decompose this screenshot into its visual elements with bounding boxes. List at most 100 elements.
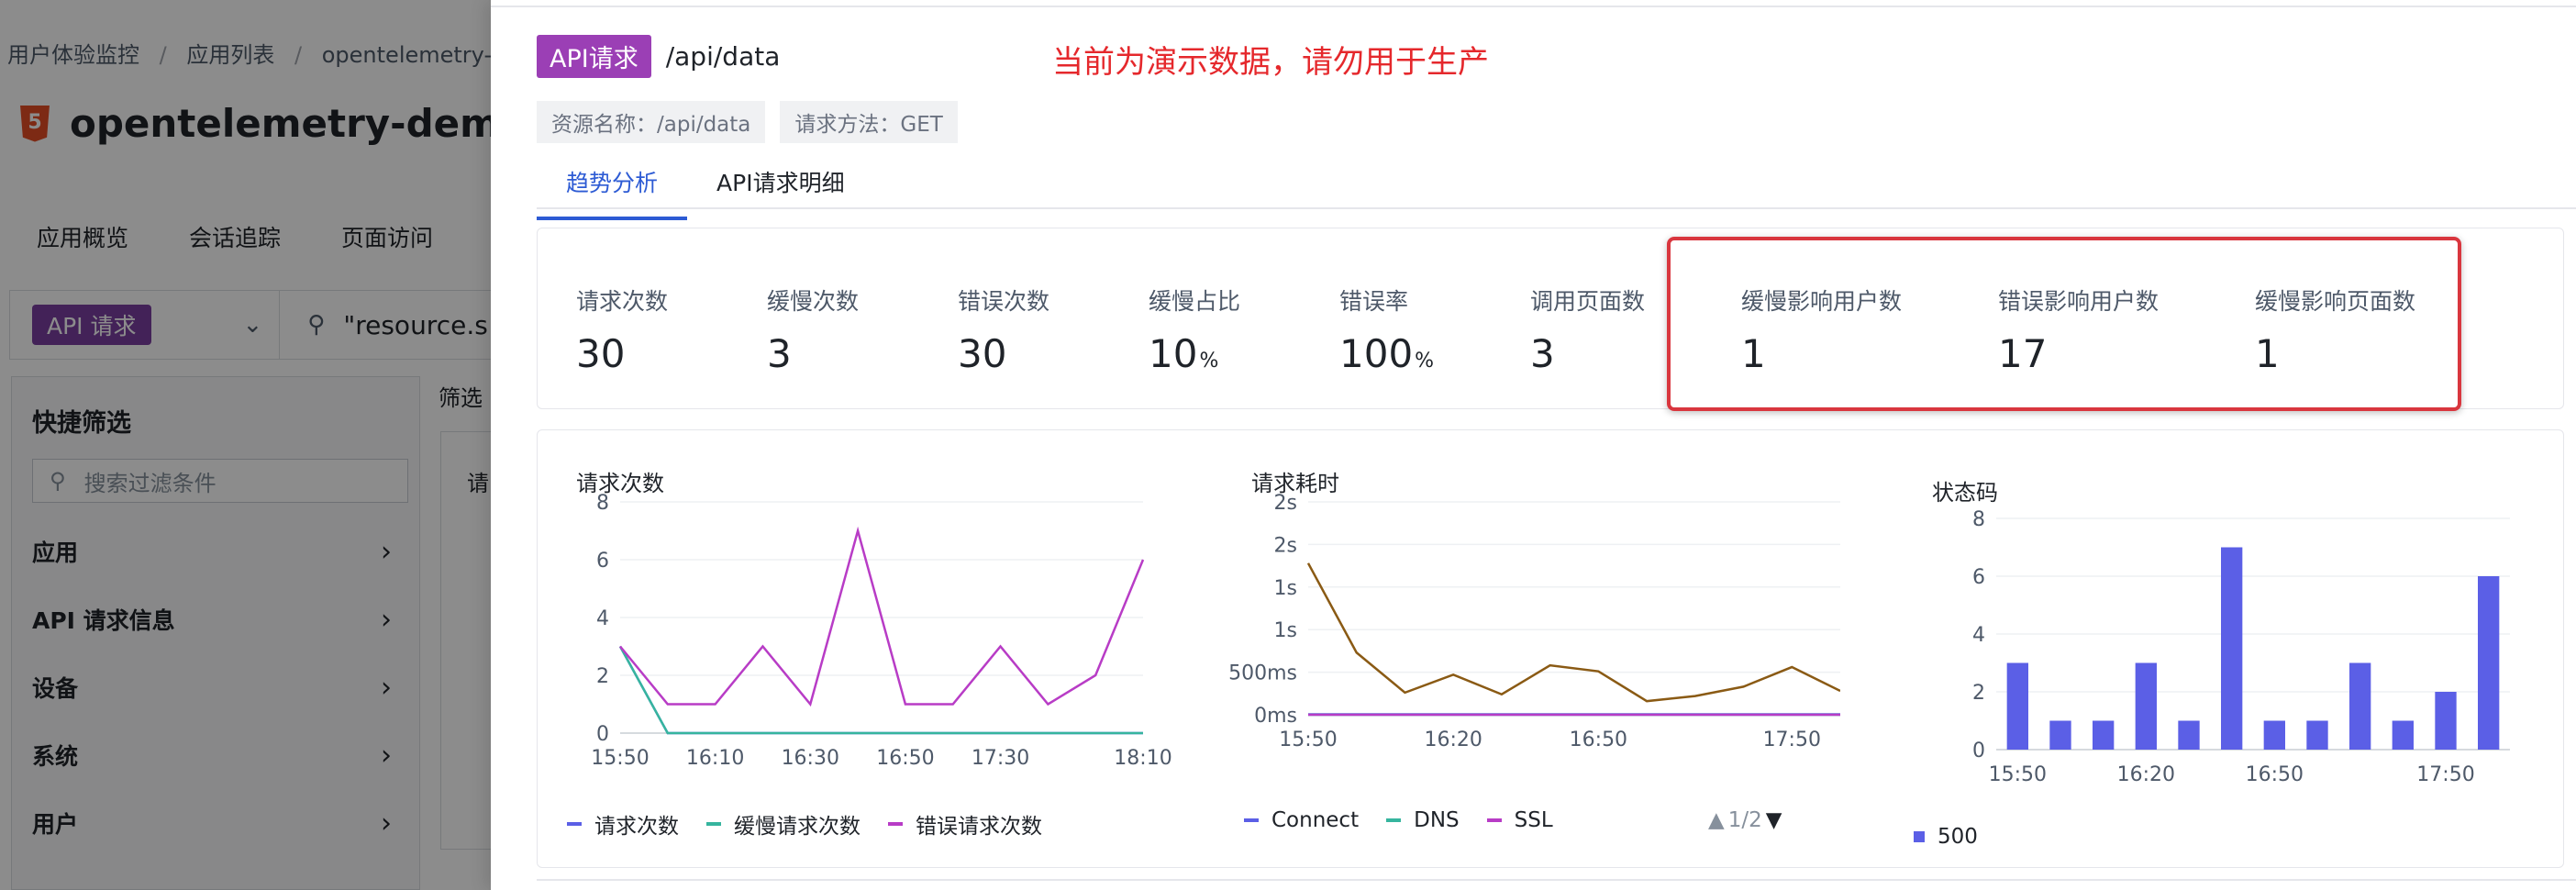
bar <box>2349 662 2371 750</box>
stat-value: 100% <box>1339 331 1435 376</box>
bar <box>2093 720 2115 750</box>
drawer-header: API请求 /api/data <box>537 35 780 78</box>
stat-value: 30 <box>576 331 626 376</box>
x-tick-label: 16:50 <box>1570 729 1627 751</box>
y-tick-label: 0 <box>596 723 609 746</box>
bar <box>2135 662 2157 750</box>
stat-value: 3 <box>767 331 792 376</box>
legend-label: Connect <box>1271 808 1360 832</box>
x-tick-label: 15:50 <box>591 747 649 770</box>
legend-item[interactable]: 缓慢请求次数 <box>706 808 861 840</box>
legend-item[interactable]: Connect <box>1244 808 1359 832</box>
legend-swatch <box>1486 818 1502 822</box>
stat-request-count: 请求次数 30 <box>576 284 668 376</box>
chart-legend: 请求次数 缓慢请求次数 错误请求次数 <box>567 808 1042 840</box>
stat-value: 30 <box>958 331 1007 376</box>
tab-api-request-details[interactable]: API请求明细 <box>687 158 874 220</box>
legend-pager: ▲ 1/2 ▼ <box>1708 808 1782 832</box>
drawer-bottom-border <box>537 879 2576 881</box>
x-tick-label: 16:10 <box>686 747 744 770</box>
stat-label: 错误次数 <box>958 288 1050 315</box>
tabs-divider <box>537 207 2576 209</box>
chevron-right-icon[interactable]: › <box>2561 284 2563 320</box>
drawer-top-border <box>491 0 2576 7</box>
api-path: /api/data <box>665 41 781 72</box>
legend-swatch <box>1244 818 1259 822</box>
bar <box>2478 576 2500 750</box>
request-method-badge: 请求方法：GET <box>780 101 958 143</box>
stat-value: 3 <box>1530 331 1555 376</box>
y-tick-label: 6 <box>1972 566 1985 589</box>
legend-item[interactable]: SSL <box>1486 808 1553 832</box>
stat-label: 调用页面数 <box>1530 288 1646 315</box>
legend-swatch <box>1914 831 1925 842</box>
x-tick-label: 15:50 <box>1989 763 2047 786</box>
legend-item[interactable]: 请求次数 <box>567 808 679 840</box>
legend-label: 缓慢请求次数 <box>734 815 861 839</box>
chart-legend: 500 <box>1914 825 1978 849</box>
x-tick-label: 15:50 <box>1279 729 1337 751</box>
x-tick-label: 16:50 <box>876 747 934 770</box>
x-tick-label: 16:30 <box>782 747 839 770</box>
stat-label: 错误率 <box>1339 288 1409 315</box>
bar <box>2221 547 2243 750</box>
x-tick-label: 17:50 <box>1763 729 1821 751</box>
drawer-tabs: 趋势分析 API请求明细 <box>537 158 874 220</box>
resource-meta: 资源名称：/api/data 请求方法：GET <box>537 101 958 143</box>
legend-swatch <box>1386 818 1402 822</box>
stat-value: 10% <box>1149 331 1219 376</box>
y-tick-label: 0 <box>1972 740 1985 762</box>
bar <box>2435 692 2457 750</box>
legend-item[interactable]: DNS <box>1386 808 1460 832</box>
x-tick-label: 16:50 <box>2246 763 2304 786</box>
status-code-chart: 0 2 4 6 8 15:50 16:20 16:50 17:50 <box>1972 508 2510 786</box>
y-tick-label: 2 <box>1972 682 1985 705</box>
bar <box>2006 662 2028 750</box>
y-tick-label: 500ms <box>1228 662 1297 685</box>
y-tick-label: 4 <box>596 607 609 630</box>
legend-item[interactable]: 错误请求次数 <box>888 808 1042 840</box>
pager-next-icon[interactable]: ▼ <box>1766 808 1782 832</box>
x-tick-label: 16:20 <box>1424 729 1482 751</box>
bar <box>2178 720 2200 750</box>
pager-text: 1/2 <box>1727 808 1762 832</box>
api-detail-drawer: API请求 /api/data 当前为演示数据，请勿用于生产 资源名称：/api… <box>491 0 2576 890</box>
y-tick-label: 1s <box>1274 577 1297 600</box>
y-tick-label: 2s <box>1274 492 1297 515</box>
y-tick-label: 8 <box>1972 508 1985 531</box>
resource-name-badge: 资源名称：/api/data <box>537 101 766 143</box>
x-tick-label: 18:10 <box>1114 747 1171 770</box>
legend-label: 错误请求次数 <box>916 815 1042 839</box>
series-line-0 <box>618 645 1143 735</box>
modal-overlay[interactable] <box>0 0 491 890</box>
legend-item[interactable]: 500 <box>1914 825 1978 849</box>
stat-label: 缓慢占比 <box>1149 288 1241 315</box>
request-duration-chart: 0ms 500ms 1s 1s 2s 2s 15:50 16:20 16:50 17:50 <box>1228 492 1840 751</box>
legend-label: SSL <box>1514 808 1553 832</box>
bar <box>2263 720 2285 750</box>
legend-label: DNS <box>1414 808 1460 832</box>
y-tick-label: 2 <box>596 665 609 688</box>
api-type-tag: API请求 <box>537 35 651 78</box>
x-tick-label: 17:50 <box>2416 763 2474 786</box>
series-line-1 <box>618 645 1143 735</box>
bar <box>2392 720 2414 750</box>
tab-trend-analysis[interactable]: 趋势分析 <box>537 158 688 220</box>
stat-calling-pages: 调用页面数 3 <box>1530 284 1645 376</box>
legend-swatch <box>567 822 582 826</box>
stat-label: 缓慢次数 <box>767 288 860 315</box>
highlight-annotation <box>1667 237 2461 411</box>
pager-prev-icon[interactable]: ▲ <box>1708 808 1725 832</box>
y-tick-label: 0ms <box>1254 705 1297 728</box>
bar <box>2049 720 2071 750</box>
stat-slow-ratio: 缓慢占比 10% <box>1149 284 1240 376</box>
y-tick-label: 8 <box>596 492 609 515</box>
request-count-chart: 0 2 4 6 8 15:50 16:10 16:30 16:50 17:30 18:10 <box>591 492 1171 770</box>
y-tick-label: 1s <box>1274 619 1297 642</box>
stat-error-count: 错误次数 30 <box>958 284 1049 376</box>
y-tick-label: 2s <box>1274 534 1297 557</box>
demo-data-notice: 当前为演示数据，请勿用于生产 <box>1052 44 1489 81</box>
legend-label: 请求次数 <box>594 815 679 839</box>
stat-label: 请求次数 <box>576 288 669 315</box>
series-line-3 <box>1306 562 1840 703</box>
